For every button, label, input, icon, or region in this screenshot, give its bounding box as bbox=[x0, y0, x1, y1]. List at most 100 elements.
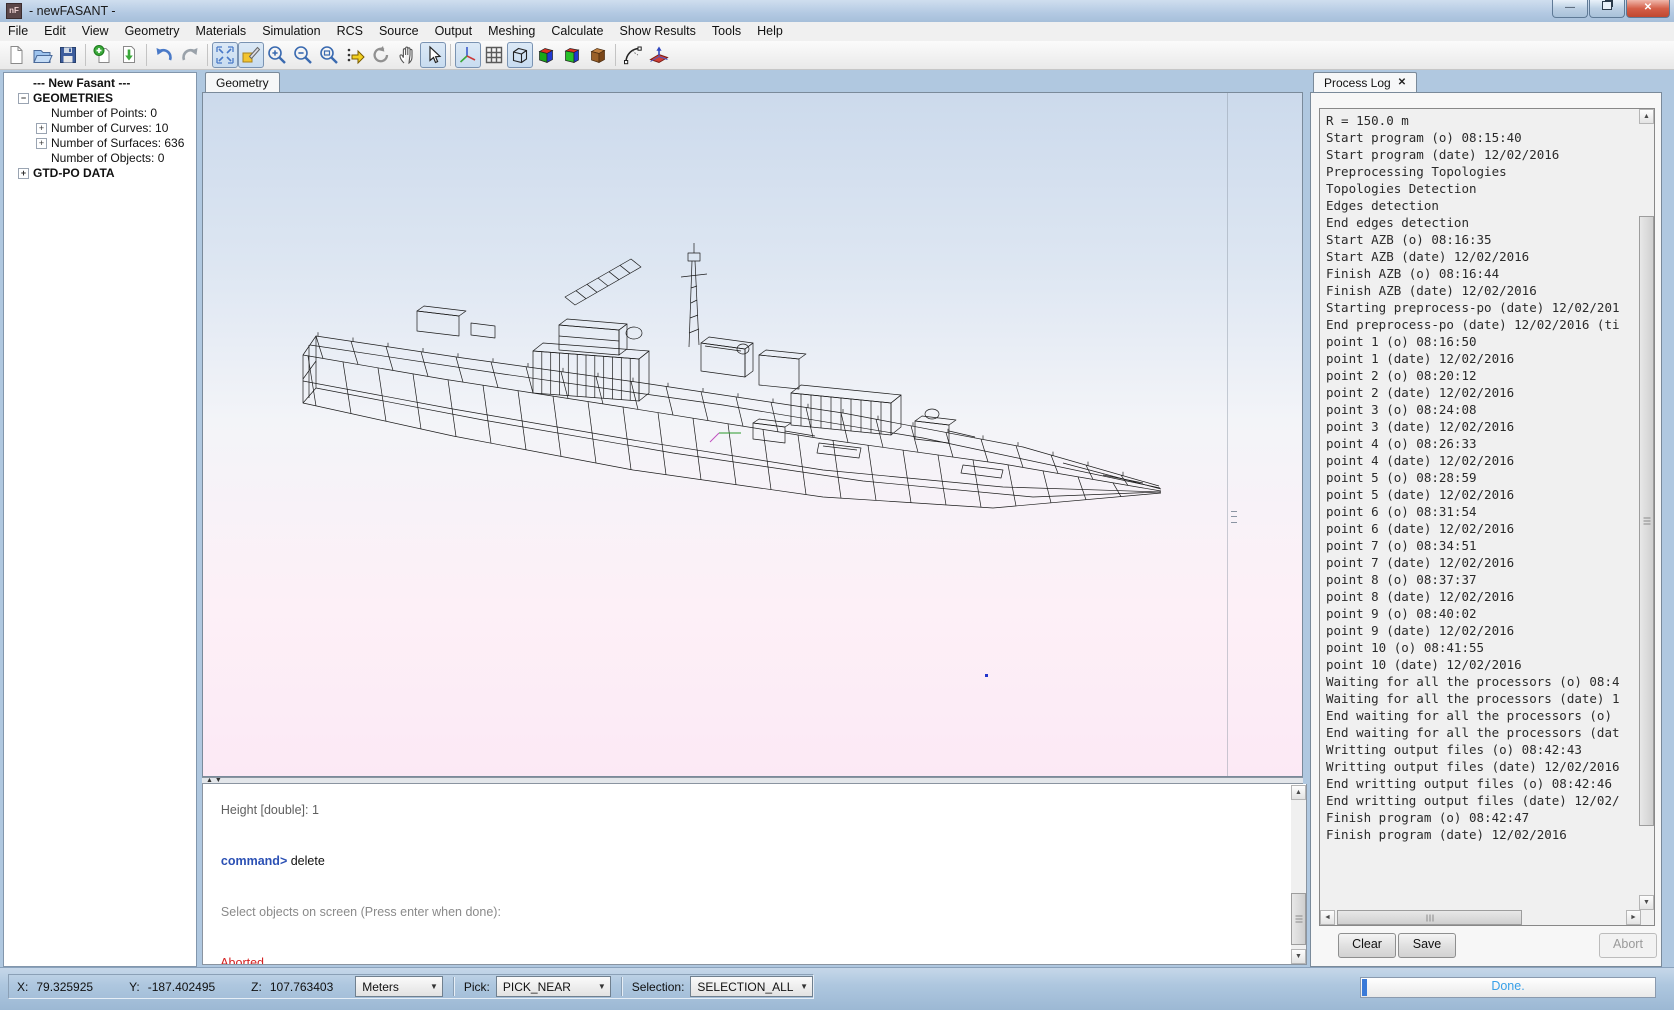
splitter-arrows-icon[interactable]: ▲▼ bbox=[206, 778, 224, 783]
selection-label: Selection: bbox=[632, 980, 685, 994]
scroll-thumb[interactable] bbox=[1337, 910, 1522, 925]
tab-process-log[interactable]: Process Log ✕ bbox=[1313, 72, 1417, 93]
menu-item[interactable]: Output bbox=[427, 22, 481, 41]
save-button[interactable] bbox=[55, 42, 81, 68]
menu-item[interactable]: Simulation bbox=[254, 22, 328, 41]
minimize-button[interactable]: — bbox=[1552, 0, 1588, 18]
log-horizontal-scrollbar[interactable]: ◄ ► bbox=[1320, 910, 1641, 925]
curve-arc-tool-button[interactable] bbox=[620, 42, 646, 68]
surface-normal-tool-button[interactable] bbox=[646, 42, 672, 68]
command-console[interactable]: Height [double]: 1 command> delete Selec… bbox=[202, 784, 1307, 965]
menu-item[interactable]: RCS bbox=[329, 22, 371, 41]
menu-item[interactable]: File bbox=[0, 22, 36, 41]
menu-item[interactable]: Calculate bbox=[543, 22, 611, 41]
scroll-up-icon[interactable]: ▲ bbox=[1291, 785, 1306, 800]
log-vertical-scrollbar[interactable]: ▲ ▼ bbox=[1639, 109, 1654, 910]
tree-item[interactable]: − GEOMETRIES bbox=[4, 91, 196, 106]
menu-item[interactable]: Geometry bbox=[117, 22, 188, 41]
menu-item[interactable]: Materials bbox=[187, 22, 254, 41]
offset-view-button[interactable] bbox=[342, 42, 368, 68]
wireframe-view-button[interactable] bbox=[507, 42, 533, 68]
units-select[interactable]: Meters ▼ bbox=[355, 976, 443, 997]
solid-rgb-view-button[interactable] bbox=[533, 42, 559, 68]
edit-geometry-button[interactable] bbox=[238, 42, 264, 68]
new-geometry-button[interactable] bbox=[90, 42, 116, 68]
fit-view-button[interactable] bbox=[212, 42, 238, 68]
process-log-tab-label: Process Log bbox=[1324, 73, 1391, 93]
tree-item[interactable]: Number of Objects: 0 bbox=[4, 151, 196, 166]
tree-item-label: Number of Surfaces: 636 bbox=[51, 136, 184, 151]
menu-item[interactable]: Help bbox=[749, 22, 791, 41]
undo-button[interactable] bbox=[151, 42, 177, 68]
tab-close-icon[interactable]: ✕ bbox=[1398, 78, 1406, 88]
tree-item[interactable]: + GTD-PO DATA bbox=[4, 166, 196, 181]
app-icon: nF bbox=[6, 3, 22, 19]
scroll-right-icon[interactable]: ► bbox=[1626, 910, 1641, 925]
tree-expander-icon[interactable]: + bbox=[36, 123, 47, 134]
pick-select[interactable]: PICK_NEAR▼ bbox=[496, 976, 611, 997]
scroll-thumb[interactable] bbox=[1291, 893, 1306, 945]
log-line: point 6 (date) 12/02/2016 bbox=[1326, 520, 1639, 537]
scroll-left-icon[interactable]: ◄ bbox=[1320, 910, 1335, 925]
chevron-down-icon: ▼ bbox=[800, 982, 808, 991]
close-button[interactable]: ✕ bbox=[1626, 0, 1670, 18]
log-line: Finish AZB (o) 08:16:44 bbox=[1326, 265, 1639, 282]
selection-value: SELECTION_ALL bbox=[697, 980, 793, 994]
show-grid-button[interactable] bbox=[481, 42, 507, 68]
menu-item[interactable]: Show Results bbox=[611, 22, 703, 41]
redo-button[interactable] bbox=[177, 42, 203, 68]
import-geometry-button[interactable] bbox=[116, 42, 142, 68]
show-axes-button[interactable] bbox=[455, 42, 481, 68]
log-line: point 7 (date) 12/02/2016 bbox=[1326, 554, 1639, 571]
y-value: -187.402495 bbox=[148, 980, 215, 994]
tree-expander-icon[interactable]: + bbox=[36, 138, 47, 149]
scroll-up-icon[interactable]: ▲ bbox=[1639, 109, 1654, 124]
open-file-button[interactable] bbox=[29, 42, 55, 68]
viewport-right-sash[interactable] bbox=[1227, 93, 1240, 776]
abort-button[interactable]: Abort bbox=[1599, 933, 1657, 958]
selection-select[interactable]: SELECTION_ALL ▼ bbox=[690, 976, 813, 997]
textured-view-button[interactable] bbox=[585, 42, 611, 68]
tree-item[interactable]: + Number of Surfaces: 636 bbox=[4, 136, 196, 151]
restore-button[interactable] bbox=[1589, 0, 1625, 18]
log-line: point 10 (o) 08:41:55 bbox=[1326, 639, 1639, 656]
viewport-console-splitter[interactable]: ▲▼ bbox=[202, 777, 1303, 784]
tree-item[interactable]: --- New Fasant --- bbox=[4, 76, 196, 91]
console-text: Select objects on screen (Press enter wh… bbox=[221, 905, 501, 919]
log-line: Edges detection bbox=[1326, 197, 1639, 214]
scroll-down-icon[interactable]: ▼ bbox=[1291, 949, 1306, 964]
scroll-thumb[interactable] bbox=[1639, 216, 1654, 826]
clear-button[interactable]: Clear bbox=[1338, 933, 1396, 958]
geometry-viewport[interactable] bbox=[202, 92, 1303, 777]
log-line: point 10 (date) 12/02/2016 bbox=[1326, 656, 1639, 673]
console-vertical-scrollbar[interactable]: ▲ ▼ bbox=[1291, 785, 1306, 964]
tree-item[interactable]: Number of Points: 0 bbox=[4, 106, 196, 121]
pan-button[interactable] bbox=[394, 42, 420, 68]
menu-item[interactable]: Tools bbox=[704, 22, 749, 41]
new-file-button[interactable] bbox=[3, 42, 29, 68]
tree-item[interactable]: + Number of Curves: 10 bbox=[4, 121, 196, 136]
menu-item[interactable]: Edit bbox=[36, 22, 74, 41]
process-log-textarea[interactable]: R = 150.0 mStart program (o) 08:15:40Sta… bbox=[1319, 108, 1655, 926]
tree-expander-icon[interactable]: − bbox=[18, 93, 29, 104]
rotate-view-button[interactable] bbox=[368, 42, 394, 68]
units-value: Meters bbox=[362, 980, 399, 994]
scroll-down-icon[interactable]: ▼ bbox=[1639, 895, 1654, 910]
menu-item[interactable]: Meshing bbox=[480, 22, 543, 41]
log-line: point 3 (date) 12/02/2016 bbox=[1326, 418, 1639, 435]
chevron-down-icon: ▼ bbox=[430, 982, 438, 991]
solid-green-view-button[interactable] bbox=[559, 42, 585, 68]
save-log-button[interactable]: Save bbox=[1398, 933, 1456, 958]
menu-item[interactable]: View bbox=[74, 22, 117, 41]
log-line: Start program (date) 12/02/2016 bbox=[1326, 146, 1639, 163]
tree-item-label: GEOMETRIES bbox=[33, 91, 113, 106]
chevron-down-icon: ▼ bbox=[598, 982, 606, 991]
zoom-window-button[interactable] bbox=[316, 42, 342, 68]
select-cursor-button[interactable] bbox=[420, 42, 446, 68]
tree-expander-icon[interactable]: + bbox=[18, 168, 29, 179]
zoom-out-button[interactable] bbox=[290, 42, 316, 68]
zoom-in-button[interactable] bbox=[264, 42, 290, 68]
tab-geometry[interactable]: Geometry bbox=[205, 72, 280, 93]
console-line: Aborted... bbox=[207, 938, 1302, 965]
menu-item[interactable]: Source bbox=[371, 22, 427, 41]
